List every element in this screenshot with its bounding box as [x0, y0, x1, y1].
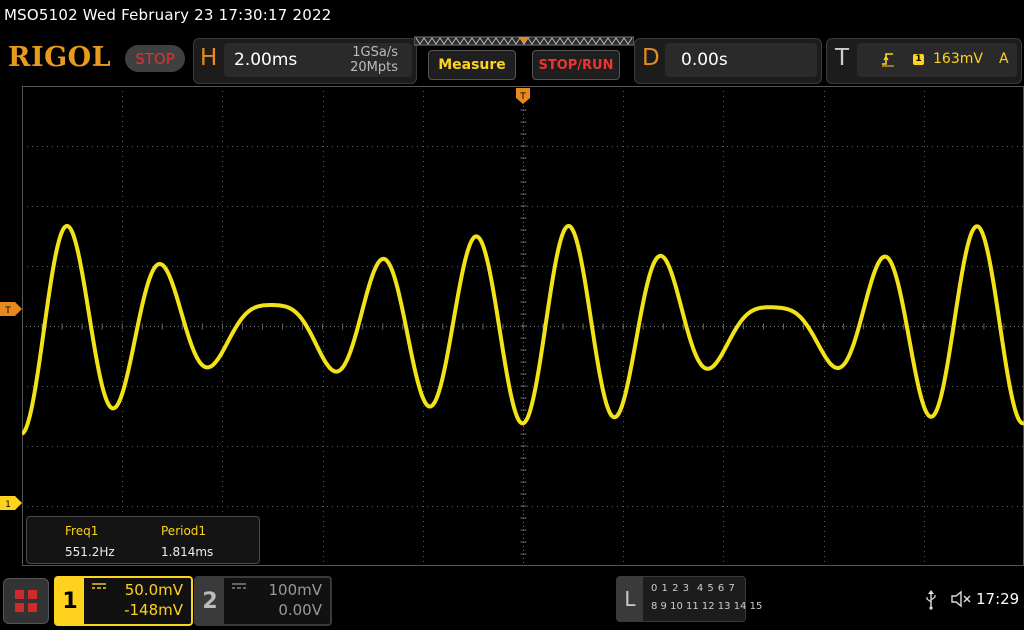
memory-depth: 20Mpts	[350, 60, 398, 75]
channel1-settings[interactable]: 1 50.0mV -148mV	[54, 576, 193, 626]
trigger-source-badge: 1	[913, 54, 924, 65]
measure-button[interactable]: Measure	[428, 50, 516, 80]
delay-value: 0.00s	[681, 50, 728, 70]
system-clock: 17:29	[976, 590, 1020, 608]
channel2-offset: 0.00V	[278, 601, 322, 619]
measure-label-freq: Freq1	[65, 524, 99, 538]
status-bar: MSO5102 Wed February 23 17:30:17 2022	[4, 6, 332, 24]
measurement-panel[interactable]: Freq1 551.2Hz Period1 1.814ms	[26, 516, 260, 564]
speaker-muted-icon[interactable]	[950, 589, 972, 609]
delay-label: D	[642, 45, 660, 71]
trigger-mode: A	[999, 51, 1009, 67]
horizontal-settings[interactable]: H 2.00ms 1GSa/s 20Mpts	[193, 38, 417, 84]
trigger-position-marker[interactable]: T	[516, 88, 530, 110]
trigger-settings[interactable]: T 1 163mV A	[826, 38, 1022, 84]
dc-coupling-icon	[92, 583, 106, 589]
brand-logo: RIGOL	[8, 42, 112, 73]
delay-settings[interactable]: D 0.00s	[634, 38, 822, 84]
trigger-level-marker[interactable]: T	[0, 302, 22, 316]
waveform-display[interactable]	[22, 86, 1024, 566]
logic-analyzer-settings[interactable]: L 0 1 2 3 4 5 6 7 8 9 10 11 12 13 14 15	[616, 576, 762, 622]
home-grid-icon	[15, 590, 37, 612]
svg-text:1: 1	[5, 500, 11, 510]
run-state-badge[interactable]: STOP	[125, 45, 185, 72]
graticule	[22, 86, 1024, 566]
sample-rate: 1GSa/s	[352, 45, 398, 60]
trigger-label: T	[835, 45, 850, 71]
logic-channels-row1: 0 1 2 3 4 5 6 7	[651, 583, 736, 594]
channel1-offset: -148mV	[124, 601, 183, 619]
channel2-number: 2	[196, 578, 224, 624]
horizontal-label: H	[200, 45, 218, 71]
usb-icon	[926, 590, 936, 610]
trigger-level: 163mV	[933, 51, 983, 67]
channel2-settings[interactable]: 2 100mV 0.00V	[194, 576, 332, 626]
logic-channels-row2: 8 9 10 11 12 13 14 15	[651, 601, 763, 612]
measure-value-period: 1.814ms	[161, 545, 214, 559]
bottom-toolbar: 1 50.0mV -148mV 2 100mV 0.00V L 0 1 2 3 …	[0, 572, 1024, 630]
stop-run-button[interactable]: STOP/RUN	[532, 50, 620, 80]
measure-value-freq: 551.2Hz	[65, 545, 115, 559]
dc-coupling-icon	[232, 583, 246, 589]
channel2-scale: 100mV	[268, 581, 322, 599]
home-button[interactable]	[3, 578, 49, 624]
timebase-value: 2.00ms	[234, 50, 298, 70]
logic-label: L	[617, 577, 643, 621]
channel1-number: 1	[56, 578, 84, 624]
rising-edge-icon	[882, 53, 894, 67]
trigger-position-label: T	[519, 92, 526, 102]
svg-text:T: T	[4, 306, 11, 316]
top-toolbar: RIGOL STOP H 2.00ms 1GSa/s 20Mpts Measur…	[0, 36, 1024, 84]
measure-label-period: Period1	[161, 524, 207, 538]
channel1-offset-marker[interactable]: 1	[0, 496, 22, 510]
channel1-scale: 50.0mV	[124, 581, 183, 599]
memory-position-strip	[414, 36, 634, 46]
